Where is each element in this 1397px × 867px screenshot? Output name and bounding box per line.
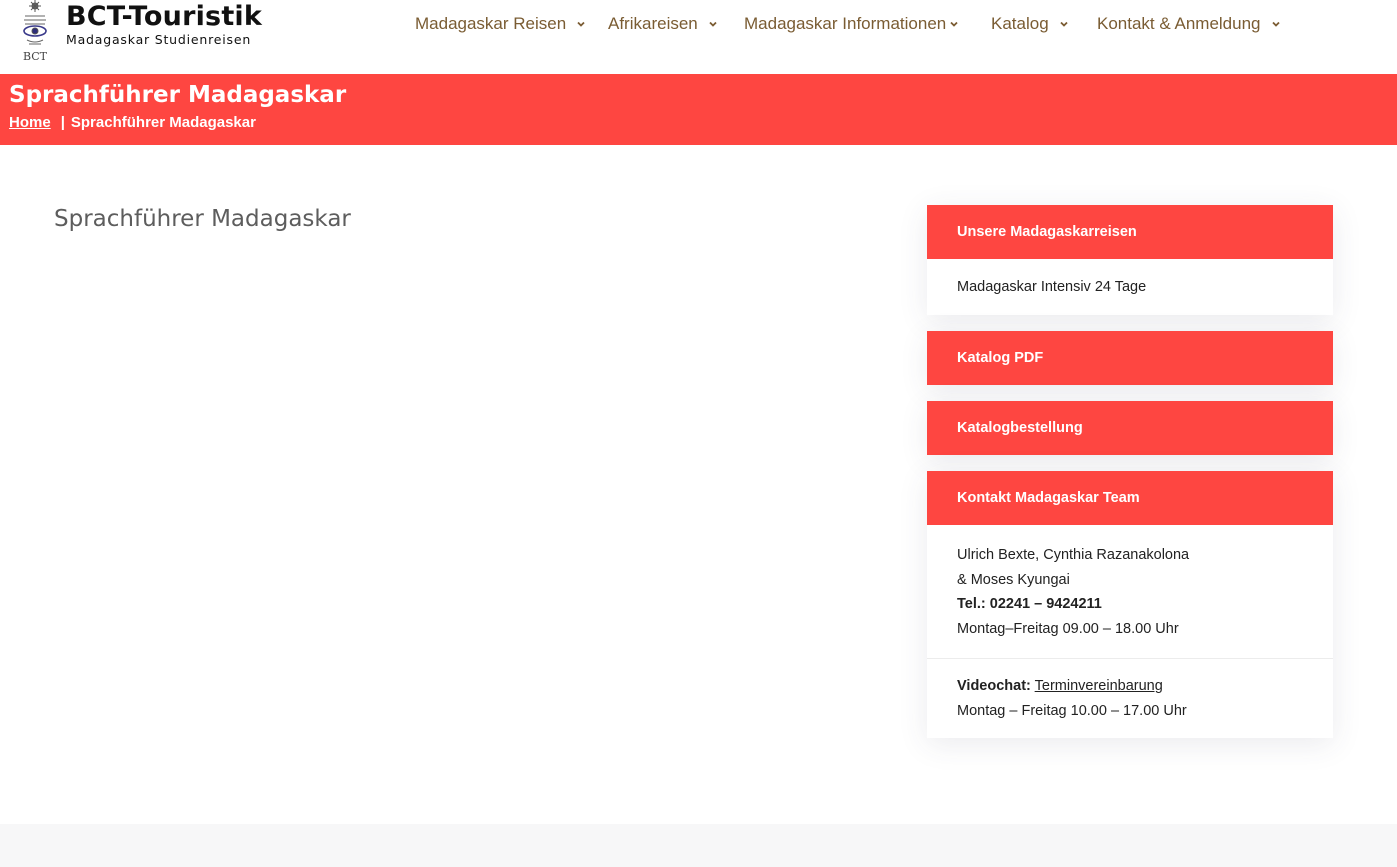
widget-contact: Kontakt Madagaskar Team Ulrich Bexte, Cy… [927, 471, 1333, 738]
nav-item-katalog[interactable]: Katalog [991, 14, 1070, 34]
widget-tours-heading[interactable]: Unsere Madagaskarreisen [927, 205, 1333, 259]
contact-hours: Montag–Freitag 09.00 – 18.00 Uhr [957, 620, 1179, 637]
chevron-down-icon [1271, 21, 1280, 27]
nav-item-afrikareisen[interactable]: Afrikareisen [608, 14, 719, 34]
nav-item-madagaskar-informationen[interactable]: Madagaskar Informationen [744, 14, 960, 34]
videochat-appointment-link[interactable]: Terminvereinbarung [1035, 678, 1163, 694]
site-title[interactable]: BCT-Touristik [66, 1, 262, 32]
svg-text:BCT: BCT [23, 50, 48, 62]
nav-item-label: Afrikareisen [608, 14, 698, 33]
nav-item-label: Madagaskar Reisen [415, 14, 567, 33]
breadcrumb-home-link[interactable]: Home [9, 114, 51, 131]
videochat-hours: Montag – Freitag 10.00 – 17.00 Uhr [957, 702, 1187, 719]
contact-phone: Tel.: 02241 – 9424211 [957, 596, 1102, 612]
contact-names-line-2: & Moses Kyungai [957, 571, 1070, 588]
tour-link-madagaskar-intensiv[interactable]: Madagaskar Intensiv 24 Tage [927, 259, 1333, 315]
widget-catalog-pdf: Katalog PDF [927, 331, 1333, 385]
breadcrumb: Home | Sprachführer Madagaskar [9, 114, 256, 131]
widget-catalog-order: Katalogbestellung [927, 401, 1333, 455]
nav-item-kontakt-anmeldung[interactable]: Kontakt & Anmeldung [1097, 14, 1282, 34]
nav-item-label: Madagaskar Informationen [744, 14, 947, 33]
chevron-down-icon [709, 21, 717, 27]
videochat-label: Videochat: [957, 678, 1031, 694]
nav-item-madagaskar-reisen[interactable]: Madagaskar Reisen [415, 14, 587, 34]
site-header: BCT BCT-Touristik Madagaskar Studienreis… [0, 0, 1397, 74]
chevron-down-icon [950, 21, 958, 27]
footer-strip [0, 824, 1397, 867]
site-tagline: Madagaskar Studienreisen [66, 32, 252, 47]
catalog-order-link[interactable]: Katalogbestellung [927, 401, 1333, 455]
contact-names-line-1: Ulrich Bexte, Cynthia Razanakolona [957, 547, 1190, 563]
nav-item-label: Katalog [991, 14, 1049, 33]
logo-emblem-icon: BCT [23, 0, 48, 63]
logo[interactable]: BCT [18, 0, 52, 63]
page-title-band: Sprachführer Madagaskar Home | Sprachführe… [0, 74, 1397, 145]
widget-tours: Unsere Madagaskarreisen Madagaskar Inten… [927, 205, 1333, 315]
chevron-down-icon [577, 21, 585, 27]
breadcrumb-current: Sprachführer Madagaskar [70, 114, 256, 131]
videochat-info: Videochat: Terminvereinbarung Montag – F… [927, 658, 1333, 738]
widget-contact-heading[interactable]: Kontakt Madagaskar Team [927, 471, 1333, 525]
contact-info: Ulrich Bexte, Cynthia Razanakolona & Mos… [927, 525, 1333, 658]
chevron-down-icon [1060, 21, 1068, 27]
catalog-pdf-link[interactable]: Katalog PDF [927, 331, 1333, 385]
content-heading: Sprachführer Madagaskar [54, 206, 351, 232]
breadcrumb-separator: | [60, 114, 65, 131]
nav-item-label: Kontakt & Anmeldung [1097, 14, 1261, 33]
page-title: Sprachführer Madagaskar [9, 82, 347, 108]
